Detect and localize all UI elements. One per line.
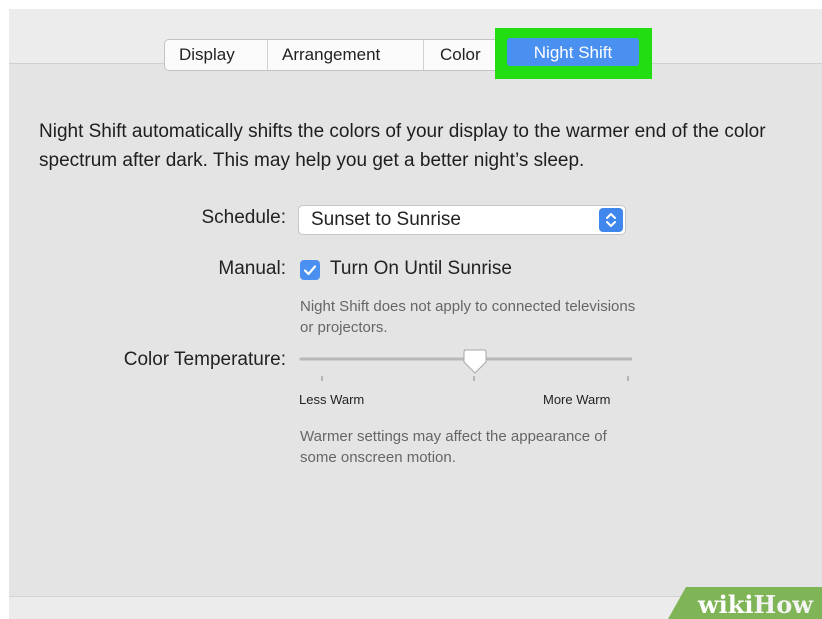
watermark-text: wikiHow [697, 590, 814, 619]
turn-on-until-sunrise-checkbox[interactable] [300, 260, 320, 280]
schedule-select[interactable]: Sunset to Sunrise [298, 205, 626, 235]
watermark-wiki: wiki [697, 590, 754, 619]
schedule-label: Schedule: [201, 207, 286, 228]
manual-label: Manual: [218, 258, 286, 279]
manual-note: Night Shift does not apply to connected … [300, 298, 636, 336]
tab-display[interactable]: Display [165, 40, 268, 70]
tab-night-shift-label: Night Shift [533, 43, 613, 62]
turn-on-until-sunrise-label[interactable]: Turn On Until Sunrise [330, 258, 512, 280]
tab-night-shift[interactable]: Night Shift [495, 28, 652, 79]
color-temperature-note: Warmer settings may affect the appearanc… [300, 428, 607, 466]
wikihow-watermark-logo: wikiHow [668, 587, 822, 619]
night-shift-description: Night Shift automatically shifts the col… [39, 121, 766, 171]
color-temperature-slider[interactable] [298, 342, 632, 390]
schedule-value: Sunset to Sunrise [311, 209, 461, 230]
stepper-arrows-icon [599, 208, 623, 232]
watermark-how: How [754, 590, 815, 619]
more-warm-label: More Warm [543, 392, 611, 407]
display-tab-bar: Display Arrangement Color Night Shift [164, 28, 652, 79]
tab-arrangement[interactable]: Arrangement [268, 40, 424, 70]
slider-thumb[interactable] [463, 349, 487, 374]
tab-color[interactable]: Color [424, 40, 503, 70]
less-warm-label: Less Warm [299, 392, 365, 407]
color-temperature-label: Color Temperature: [123, 349, 286, 370]
checkmark-icon [303, 265, 317, 276]
